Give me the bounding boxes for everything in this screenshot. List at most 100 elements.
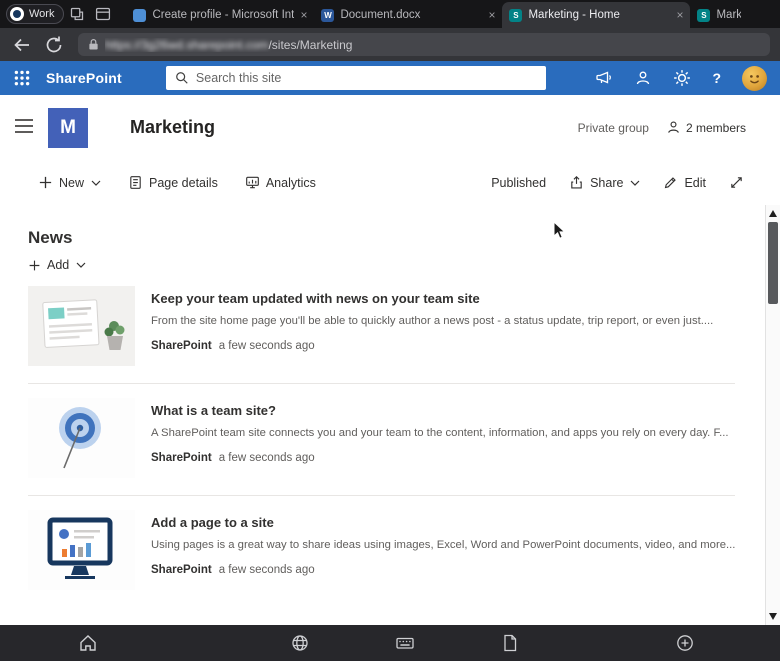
news-article-timestamp: a few seconds ago <box>219 452 315 464</box>
news-article-excerpt: From the site home page you'll be able t… <box>151 315 735 327</box>
news-article-timestamp: a few seconds ago <box>219 564 315 576</box>
url-blurred-segment: https://3g26wd.sharepoint.com <box>105 38 268 52</box>
browser-tab-intune[interactable]: Create profile - Microsoft Intune × <box>126 2 314 28</box>
page-details-icon <box>128 175 143 190</box>
share-button[interactable]: Share <box>569 175 640 190</box>
add-circle-icon[interactable] <box>675 633 695 653</box>
url-path-segment: /sites/Marketing <box>268 38 352 52</box>
news-article-card: Add a page to a site Using pages is a gr… <box>28 510 735 607</box>
analytics-button[interactable]: Analytics <box>245 175 316 190</box>
fullscreen-icon[interactable] <box>729 175 744 190</box>
news-article-meta: SharePoint a few seconds ago <box>151 564 735 576</box>
browser-nav-bar: https://3g26wd.sharepoint.com/sites/Mark… <box>0 28 780 61</box>
edit-button-label: Edit <box>684 176 706 190</box>
tab-close-icon[interactable]: × <box>488 8 495 22</box>
tab-title: Marketing - Home <box>528 9 670 21</box>
sharepoint-favicon: S <box>697 9 710 22</box>
site-header-meta: Private group 2 members <box>578 120 746 135</box>
add-news-button[interactable]: Add <box>28 258 86 272</box>
person-icon <box>666 120 681 135</box>
browser-tab-word[interactable]: W Document.docx × <box>314 2 502 28</box>
address-bar[interactable]: https://3g26wd.sharepoint.com/sites/Mark… <box>78 33 770 56</box>
site-title[interactable]: Marketing <box>130 117 215 138</box>
privacy-label: Private group <box>578 121 649 135</box>
members-button[interactable]: 2 members <box>666 120 746 135</box>
lock-icon <box>88 38 99 51</box>
keyboard-icon[interactable] <box>395 633 415 653</box>
news-article-title[interactable]: Add a page to a site <box>151 515 735 530</box>
members-label: 2 members <box>686 121 746 135</box>
news-thumbnail[interactable] <box>28 286 135 366</box>
suite-bar-actions: ? <box>595 66 767 91</box>
search-input[interactable] <box>196 71 537 85</box>
analytics-icon <box>245 175 260 190</box>
megaphone-icon[interactable] <box>595 69 613 87</box>
tab-actions-icon[interactable] <box>90 3 116 25</box>
refresh-button[interactable] <box>42 33 66 57</box>
share-button-label: Share <box>590 176 623 190</box>
search-icon <box>175 71 189 85</box>
chevron-down-icon <box>76 262 86 268</box>
news-article-body: What is a team site? A SharePoint team s… <box>151 398 735 478</box>
site-logo[interactable]: M <box>48 108 88 148</box>
contact-icon[interactable] <box>634 69 652 87</box>
browser-profile-button[interactable]: Work <box>6 4 64 24</box>
tabs-container: Create profile - Microsoft Intune × W Do… <box>126 0 780 28</box>
scroll-up-arrow[interactable] <box>769 210 777 217</box>
site-search-box[interactable] <box>166 66 546 90</box>
help-icon[interactable]: ? <box>712 70 721 86</box>
add-news-label: Add <box>47 258 69 272</box>
new-button[interactable]: New <box>38 175 101 190</box>
news-article-meta: SharePoint a few seconds ago <box>151 452 735 464</box>
tab-title: Create profile - Microsoft Intune <box>152 9 294 21</box>
globe-icon[interactable] <box>290 633 310 653</box>
tab-close-icon[interactable]: × <box>676 8 683 22</box>
analytics-label: Analytics <box>266 176 316 190</box>
news-thumbnail[interactable] <box>28 510 135 590</box>
sharepoint-suite-bar: SharePoint ? <box>0 61 780 95</box>
news-article-author: SharePoint <box>151 452 212 464</box>
intune-favicon <box>133 9 146 22</box>
chevron-down-icon <box>630 180 640 186</box>
app-launcher-icon[interactable] <box>13 69 31 87</box>
page-details-button[interactable]: Page details <box>128 175 218 190</box>
news-article-timestamp: a few seconds ago <box>219 340 315 352</box>
hamburger-menu-icon[interactable] <box>14 118 34 134</box>
news-thumbnail[interactable] <box>28 398 135 478</box>
tab-title: Mark <box>716 9 741 21</box>
browser-tab-marketing[interactable]: S Marketing - Home × <box>502 2 690 28</box>
news-article-body: Keep your team updated with news on your… <box>151 286 735 366</box>
news-article-title[interactable]: Keep your team updated with news on your… <box>151 291 735 306</box>
url-text: https://3g26wd.sharepoint.com/sites/Mark… <box>105 38 352 52</box>
scrollbar-thumb[interactable] <box>768 222 778 304</box>
news-article-title[interactable]: What is a team site? <box>151 403 735 418</box>
account-avatar[interactable] <box>742 66 767 91</box>
profile-avatar-icon <box>10 7 24 21</box>
document-icon[interactable] <box>500 633 520 653</box>
edit-button[interactable]: Edit <box>663 175 706 190</box>
page-command-bar: New Page details Analytics Published Sha… <box>0 160 780 205</box>
plus-icon <box>28 259 41 272</box>
browser-tab-partial[interactable]: S Mark <box>690 2 748 28</box>
page-content: News Add <box>0 205 780 625</box>
news-article-author: SharePoint <box>151 340 212 352</box>
page-details-label: Page details <box>149 176 218 190</box>
settings-gear-icon[interactable] <box>673 69 691 87</box>
edit-pencil-icon <box>663 175 678 190</box>
site-header: M Marketing Private group 2 members <box>0 95 780 160</box>
news-article-card: Keep your team updated with news on your… <box>28 286 735 384</box>
workspaces-icon[interactable] <box>64 3 90 25</box>
vertical-scrollbar[interactable] <box>765 205 780 625</box>
tab-title: Document.docx <box>340 9 482 21</box>
publish-status: Published <box>491 176 546 190</box>
sharepoint-brand[interactable]: SharePoint <box>46 70 122 86</box>
news-article-author: SharePoint <box>151 564 212 576</box>
profile-label: Work <box>29 8 54 20</box>
scroll-down-arrow[interactable] <box>769 613 777 620</box>
home-icon[interactable] <box>78 633 98 653</box>
sharepoint-favicon: S <box>509 9 522 22</box>
plus-icon <box>38 175 53 190</box>
chevron-down-icon <box>91 180 101 186</box>
back-button[interactable] <box>10 33 34 57</box>
tab-close-icon[interactable]: × <box>300 8 307 22</box>
